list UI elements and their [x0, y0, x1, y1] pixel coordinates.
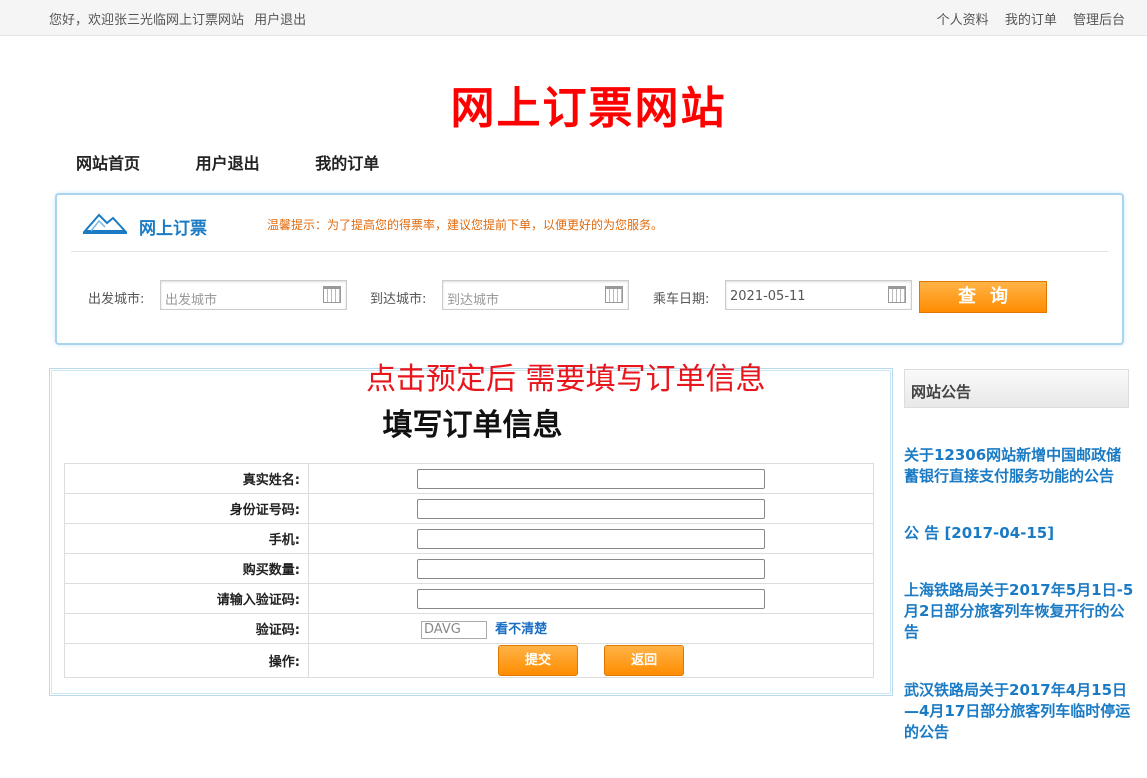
notice-link[interactable]: 武汉铁路局关于2017年4月15日—4月17日部分旅客列车临时停运的公告 — [904, 680, 1134, 743]
from-city-label: 出发城市: — [88, 292, 145, 307]
from-city-placeholder: 出发城市 — [165, 293, 218, 308]
to-city-input[interactable]: 到达城市 — [442, 280, 629, 310]
to-city-placeholder: 到达城市 — [447, 293, 500, 308]
calendar-icon[interactable] — [605, 286, 623, 303]
table-row: 手机: — [64, 523, 874, 554]
phone-label: 手机: — [64, 523, 309, 554]
nav-orders[interactable]: 我的订单 — [315, 150, 379, 174]
my-orders-link[interactable]: 我的订单 — [1005, 13, 1057, 28]
phone-input[interactable] — [417, 528, 765, 549]
captcha-label: 验证码: — [64, 613, 309, 644]
calendar-icon[interactable] — [888, 286, 906, 303]
captcha-input[interactable] — [417, 588, 765, 609]
site-title: 网上订票网站 — [450, 83, 727, 134]
captcha-input-label: 请输入验证码: — [64, 583, 309, 614]
to-city-label: 到达城市: — [370, 292, 427, 307]
back-button[interactable]: 返回 — [604, 645, 685, 676]
table-row: 购买数量: — [64, 553, 874, 584]
submit-button[interactable]: 提交 — [498, 645, 578, 676]
top-bar: 您好，欢迎张三光临网上订票网站 用户退出 个人资料 我的订单 管理后台 — [0, 0, 1147, 36]
ticket-search-panel: 网上订票 温馨提示：为了提高您的得票率，建议您提前下单，以便更好的为您服务。 出… — [55, 193, 1124, 345]
announcements-header: 网站公告 — [904, 369, 1129, 408]
quantity-label: 购买数量: — [64, 553, 309, 584]
query-button[interactable]: 查询 — [919, 281, 1047, 313]
table-row: 操作: 提交 返回 — [64, 643, 874, 678]
action-label: 操作: — [64, 643, 309, 678]
from-city-input[interactable]: 出发城市 — [160, 280, 347, 310]
date-input[interactable]: 2021-05-11 — [725, 280, 912, 310]
name-label: 真实姓名: — [64, 463, 309, 494]
quantity-input[interactable] — [417, 558, 765, 579]
table-row: 请输入验证码: — [64, 583, 874, 614]
mountain-icon — [83, 213, 127, 234]
nav-logout[interactable]: 用户退出 — [196, 150, 260, 174]
main-nav: 网站首页 用户退出 我的订单 — [76, 150, 429, 174]
order-form-table: 真实姓名: 身份证号码: 手机: 购买数量: 请输入验证码: 验证码: DAVG… — [64, 463, 874, 678]
table-row: 真实姓名: — [64, 463, 874, 494]
table-row: 验证码: DAVG 看不清楚 — [64, 613, 874, 644]
captcha-image: DAVG — [421, 620, 487, 639]
divider — [71, 251, 1108, 252]
captcha-refresh-link[interactable]: 看不清楚 — [495, 622, 547, 637]
tip-text: 温馨提示：为了提高您的得票率，建议您提前下单，以便更好的为您服务。 — [267, 218, 664, 232]
table-row: 身份证号码: — [64, 493, 874, 524]
top-logout-link[interactable]: 用户退出 — [254, 13, 306, 28]
date-label: 乘车日期: — [653, 292, 710, 307]
notice-link[interactable]: 上海铁路局关于2017年5月1日-5月2日部分旅客列车恢复开行的公告 — [904, 580, 1134, 643]
calendar-icon[interactable] — [323, 286, 341, 303]
panel-title: 网上订票 — [139, 219, 207, 239]
nav-home[interactable]: 网站首页 — [76, 150, 140, 174]
name-input[interactable] — [417, 468, 765, 489]
profile-link[interactable]: 个人资料 — [937, 13, 989, 28]
order-form-title: 填写订单信息 — [382, 408, 563, 443]
admin-link[interactable]: 管理后台 — [1073, 13, 1125, 28]
notice-link[interactable]: 关于12306网站新增中国邮政储蓄银行直接支付服务功能的公告 — [904, 445, 1134, 487]
notice-link[interactable]: 公 告 [2017-04-15] — [904, 523, 1134, 544]
instruction-note: 点击预定后 需要填写订单信息 — [366, 362, 766, 397]
id-number-input[interactable] — [417, 498, 765, 519]
welcome-text: 您好，欢迎张三光临网上订票网站 — [49, 13, 245, 28]
id-number-label: 身份证号码: — [64, 493, 309, 524]
date-value: 2021-05-11 — [730, 289, 806, 304]
